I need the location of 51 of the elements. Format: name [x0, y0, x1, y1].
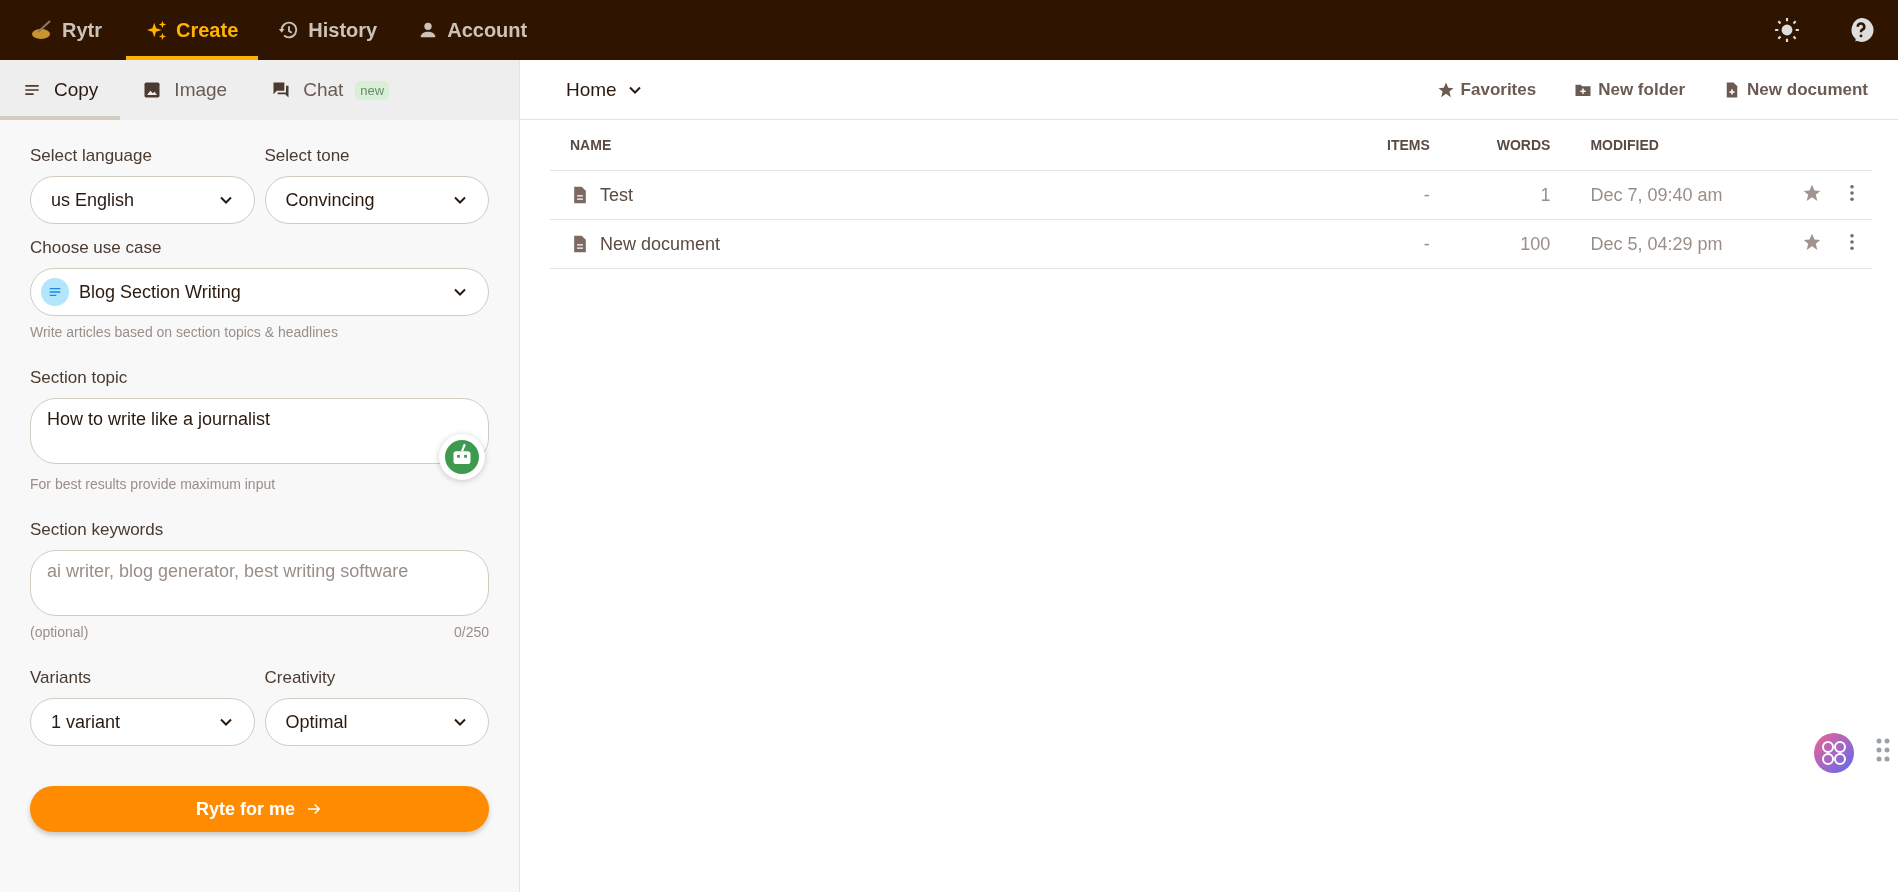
- hint-text: Write articles based on section topics & headlines: [30, 324, 338, 340]
- document-name[interactable]: New document: [600, 233, 721, 255]
- folder-dropdown[interactable]: Home: [560, 77, 651, 102]
- field-label: Select tone: [264, 146, 351, 166]
- toolbar-action[interactable]: Favorites: [1430, 78, 1543, 101]
- field-label: Select language: [30, 146, 153, 166]
- char-counter: 0/250: [453, 624, 489, 640]
- topic-field[interactable]: How to write like a journalist: [30, 398, 489, 464]
- new-badge: new: [355, 80, 390, 100]
- tone-select[interactable]: Convincing: [264, 176, 489, 224]
- brand-name[interactable]: Rytr: [62, 18, 102, 42]
- hint-text: For best results provide maximum input: [30, 476, 276, 492]
- language-select[interactable]: us English: [30, 176, 255, 224]
- document-name[interactable]: Test: [600, 184, 633, 206]
- help-icon[interactable]: [1848, 17, 1874, 43]
- field-label: Variants: [30, 668, 93, 688]
- table-cell: 100: [1520, 233, 1551, 254]
- column-header: MODIFIED: [1590, 137, 1659, 153]
- keywords-field[interactable]: ai writer, blog generator, best writing software: [30, 550, 489, 616]
- use-case-select[interactable]: Blog Section Writing: [30, 268, 489, 316]
- table-cell: Dec 7, 09:40 am: [1590, 184, 1723, 205]
- field-label: Creativity: [264, 668, 337, 688]
- lines-icon: [41, 278, 69, 306]
- field-label: Choose use case: [30, 238, 163, 258]
- column-header: NAME: [570, 137, 612, 153]
- field-label: Section keywords: [30, 520, 165, 540]
- sun-icon[interactable]: [1774, 17, 1800, 43]
- mode-tab[interactable]: Chat new: [249, 60, 412, 120]
- hint-text: (optional): [30, 624, 89, 640]
- mode-tab[interactable]: Copy: [0, 60, 121, 120]
- creativity-select[interactable]: Optimal: [264, 698, 489, 746]
- more-icon[interactable]: [1849, 183, 1855, 202]
- table-cell: -: [1423, 233, 1430, 254]
- variants-select[interactable]: 1 variant: [30, 698, 255, 746]
- toolbar-action[interactable]: New document: [1717, 78, 1874, 101]
- drag-handle-icon[interactable]: [1876, 738, 1890, 764]
- table-cell: Dec 5, 04:29 pm: [1590, 233, 1723, 254]
- mode-tab[interactable]: Image: [120, 60, 250, 120]
- table-cell: -: [1423, 184, 1430, 205]
- nav-tab[interactable]: History: [258, 0, 398, 60]
- chat-icon: [271, 80, 292, 100]
- sparkle-icon: [146, 19, 168, 41]
- more-icon[interactable]: [1849, 232, 1855, 251]
- column-header: WORDS: [1496, 137, 1551, 153]
- robot-icon[interactable]: [439, 434, 485, 480]
- nav-tab[interactable]: Account: [397, 0, 548, 60]
- column-header: ITEMS: [1387, 137, 1430, 153]
- table-cell: 1: [1540, 184, 1551, 205]
- image-icon: [142, 80, 163, 100]
- field-label: Section topic: [30, 368, 129, 388]
- toolbar-action[interactable]: New folder: [1568, 78, 1692, 101]
